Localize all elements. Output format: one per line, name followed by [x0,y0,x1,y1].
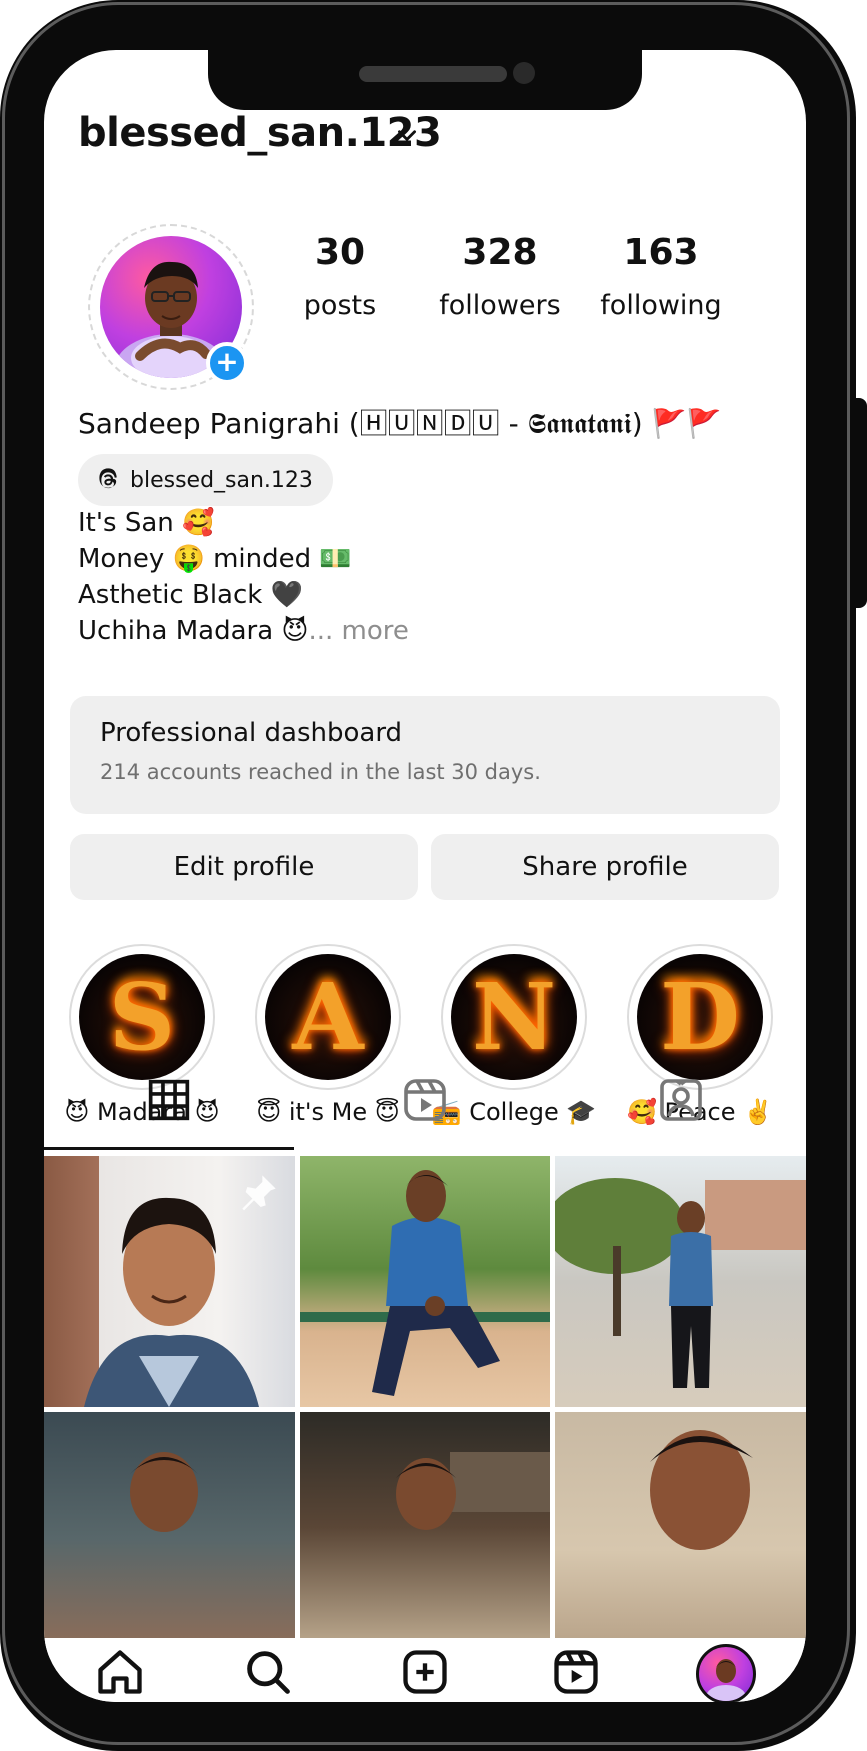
professional-dashboard[interactable]: Professional dashboard 214 accounts reac… [70,696,780,814]
bio-line: Money 🤑 minded 💵 [78,544,352,574]
grid-post[interactable] [44,1156,295,1407]
dashboard-title: Professional dashboard [100,718,403,748]
post-thumbnail [396,1452,550,1530]
bottom-nav [44,1638,806,1702]
stat-followers[interactable]: 328 followers [425,232,575,324]
bio-line: Asthetic Black 🖤 [78,580,303,610]
followers-label: followers [439,290,561,321]
bio-line: Uchiha Madara 😈 [78,616,309,646]
grid-post[interactable] [555,1156,806,1407]
edit-profile-button[interactable]: Edit profile [70,834,418,900]
create-icon[interactable] [399,1646,451,1698]
grid-post[interactable] [555,1412,806,1642]
active-tab-indicator [44,1147,294,1150]
reels-icon[interactable] [550,1646,602,1698]
following-label: following [600,290,722,321]
threads-icon [99,468,117,489]
grid-icon [148,1079,190,1121]
grid-post[interactable] [300,1156,550,1407]
post-thumbnail [300,1170,550,1396]
username-title[interactable]: blessed_san.123 [78,110,442,156]
grid-post[interactable] [44,1412,295,1642]
posts-label: posts [303,290,377,321]
bio-line: It's San 🥰 [78,508,215,538]
posts-count: 30 [314,232,366,273]
following-count: 163 [623,232,699,273]
post-thumbnail [130,1452,198,1532]
bio-more-link[interactable]: ... more [309,616,409,646]
add-story-button[interactable]: + [206,342,248,384]
profile-avatar[interactable] [696,1644,756,1702]
phone-frame: blessed_san.123 + 30 posts 328 followers… [0,0,867,1751]
reels-icon [404,1079,446,1121]
speaker-grille [359,66,507,82]
tagged-icon [660,1079,702,1121]
threads-handle: blessed_san.123 [130,467,313,493]
front-camera [513,62,535,84]
tab-reels[interactable] [300,1050,550,1150]
dashboard-subtitle: 214 accounts reached in the last 30 days… [100,760,541,784]
phone-notch [208,44,642,110]
share-profile-button[interactable]: Share profile [431,834,779,900]
threads-badge[interactable]: blessed_san.123 [78,454,333,506]
tab-tagged[interactable] [556,1050,806,1150]
phone-side-button [853,398,867,608]
chevron-down-icon[interactable] [394,122,420,148]
pin-icon [242,1175,276,1211]
post-thumbnail [555,1178,806,1388]
grid-post[interactable] [300,1412,550,1642]
tab-posts-grid[interactable] [44,1050,294,1150]
screen: blessed_san.123 + 30 posts 328 followers… [44,50,806,1702]
stat-posts[interactable]: 30 posts [265,232,415,324]
full-name: Sandeep Panigrahi (🄷🅄🄽🄳🅄 - 𝕾𝖆𝖓𝖆𝖙𝖆𝖓𝖎) 🚩🚩 [78,407,722,440]
stat-following[interactable]: 163 following [586,232,736,324]
followers-count: 328 [462,232,538,273]
post-thumbnail [650,1430,753,1550]
bio-line-last: Uchiha Madara 😈... more [78,614,409,648]
home-icon[interactable] [94,1646,146,1698]
search-icon[interactable] [242,1646,294,1698]
